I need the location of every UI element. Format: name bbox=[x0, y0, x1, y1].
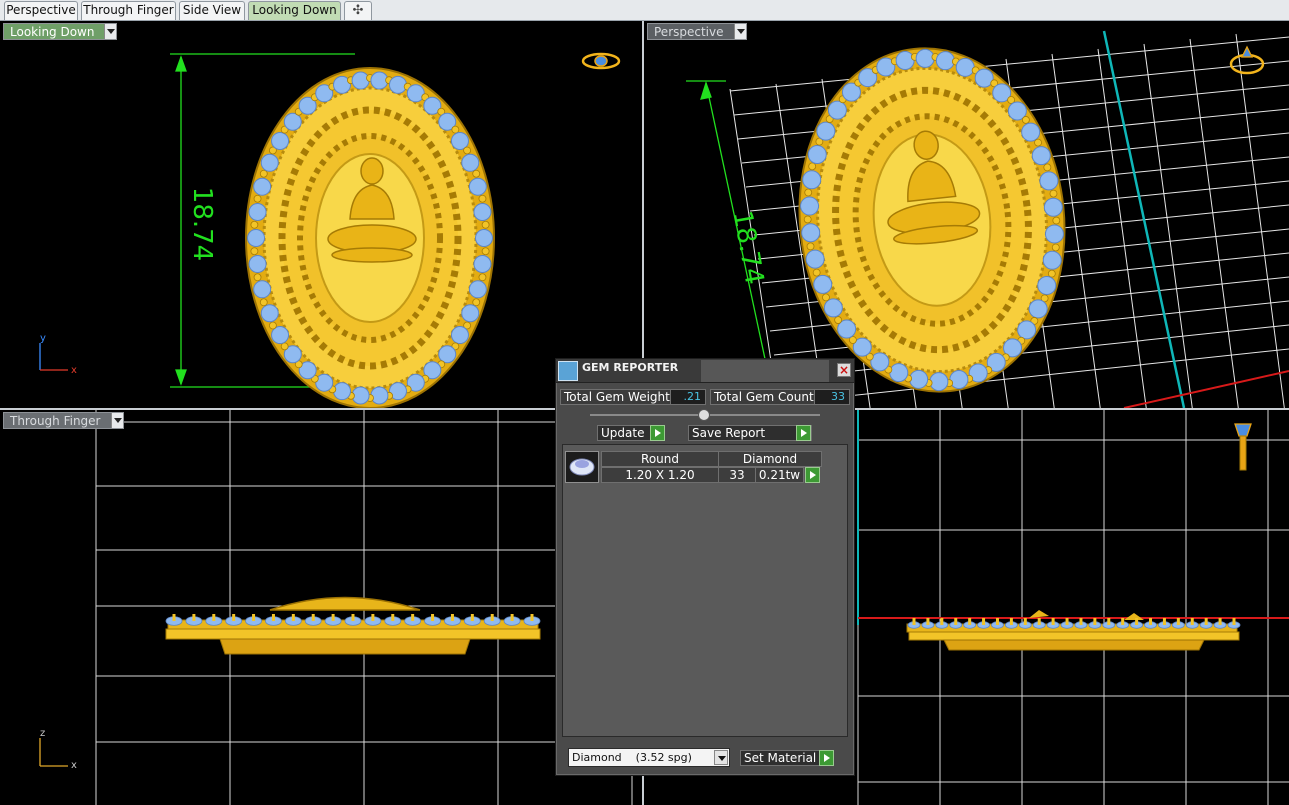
pendant-top bbox=[245, 67, 495, 408]
view-orientation-widget[interactable] bbox=[581, 52, 621, 70]
set-material-play-icon[interactable] bbox=[819, 750, 834, 766]
svg-text:z: z bbox=[40, 728, 45, 739]
dialog-titlebar[interactable]: GEM REPORTER × bbox=[556, 359, 854, 383]
save-report-play-icon[interactable] bbox=[796, 425, 811, 441]
svg-text:y: y bbox=[40, 333, 46, 344]
gem-list bbox=[562, 444, 848, 737]
view-orientation-widget[interactable] bbox=[1234, 423, 1252, 471]
viewport-through-finger[interactable]: z x Through Finger bbox=[0, 410, 642, 805]
axis-triad: y x bbox=[39, 333, 77, 376]
chevron-down-icon[interactable] bbox=[714, 750, 728, 765]
gem-count-cell: 33 bbox=[718, 467, 756, 483]
view-tab-strip: Perspective Through Finger Side View Loo… bbox=[0, 0, 1289, 21]
tab-through-finger[interactable]: Through Finger bbox=[81, 1, 176, 20]
pendant-side bbox=[906, 610, 1240, 651]
chevron-down-icon[interactable] bbox=[733, 24, 746, 39]
dimension-value: 18.74 bbox=[187, 187, 217, 261]
material-select[interactable]: Diamond (3.52 spg) bbox=[568, 748, 730, 767]
tab-looking-down[interactable]: Looking Down bbox=[248, 1, 341, 20]
chevron-down-icon[interactable] bbox=[110, 413, 123, 428]
gem-reporter-icon bbox=[558, 361, 578, 381]
viewport-looking-down[interactable]: 18.74 y x Looking Down bbox=[0, 21, 642, 408]
front-view-render: z x bbox=[39, 410, 642, 805]
svg-text:x: x bbox=[71, 760, 77, 771]
gem-shape-cell: Round bbox=[601, 451, 719, 467]
add-tab-button[interactable]: ✣ bbox=[344, 1, 372, 20]
save-report-button[interactable]: Save Report bbox=[688, 425, 812, 441]
total-gem-weight-value: .21 bbox=[670, 389, 706, 405]
axis-triad: z x bbox=[39, 728, 77, 771]
close-button[interactable]: × bbox=[837, 363, 851, 377]
view-orientation-widget[interactable] bbox=[1229, 45, 1265, 75]
svg-text:x: x bbox=[71, 365, 77, 376]
tab-side-view[interactable]: Side View bbox=[179, 1, 245, 20]
total-gem-count-value: 33 bbox=[814, 389, 850, 405]
slider-handle[interactable] bbox=[698, 409, 710, 421]
round-gem-icon bbox=[565, 451, 599, 483]
perspective-render: 18.74 bbox=[686, 30, 1289, 408]
viewport-label-through-finger[interactable]: Through Finger bbox=[3, 412, 124, 429]
gem-material-cell: Diamond bbox=[718, 451, 822, 467]
construction-grid bbox=[857, 410, 1289, 805]
chevron-down-icon[interactable] bbox=[104, 24, 117, 39]
viewport-perspective[interactable]: 18.74 Perspective bbox=[644, 21, 1289, 408]
viewport-label-looking-down[interactable]: Looking Down bbox=[3, 23, 118, 40]
gem-row-play-icon[interactable] bbox=[805, 467, 820, 483]
top-view-render: 18.74 y x bbox=[39, 52, 621, 408]
update-play-icon[interactable] bbox=[650, 425, 665, 441]
viewport-label-perspective[interactable]: Perspective bbox=[647, 23, 747, 40]
dimension-value: 18.74 bbox=[727, 208, 769, 287]
gem-size-cell: 1.20 X 1.20 bbox=[601, 467, 719, 483]
dialog-title: GEM REPORTER bbox=[582, 361, 679, 374]
plus-icon: ✣ bbox=[352, 3, 364, 18]
gem-weight-cell: 0.21tw bbox=[755, 467, 804, 483]
tab-perspective[interactable]: Perspective bbox=[4, 1, 78, 20]
